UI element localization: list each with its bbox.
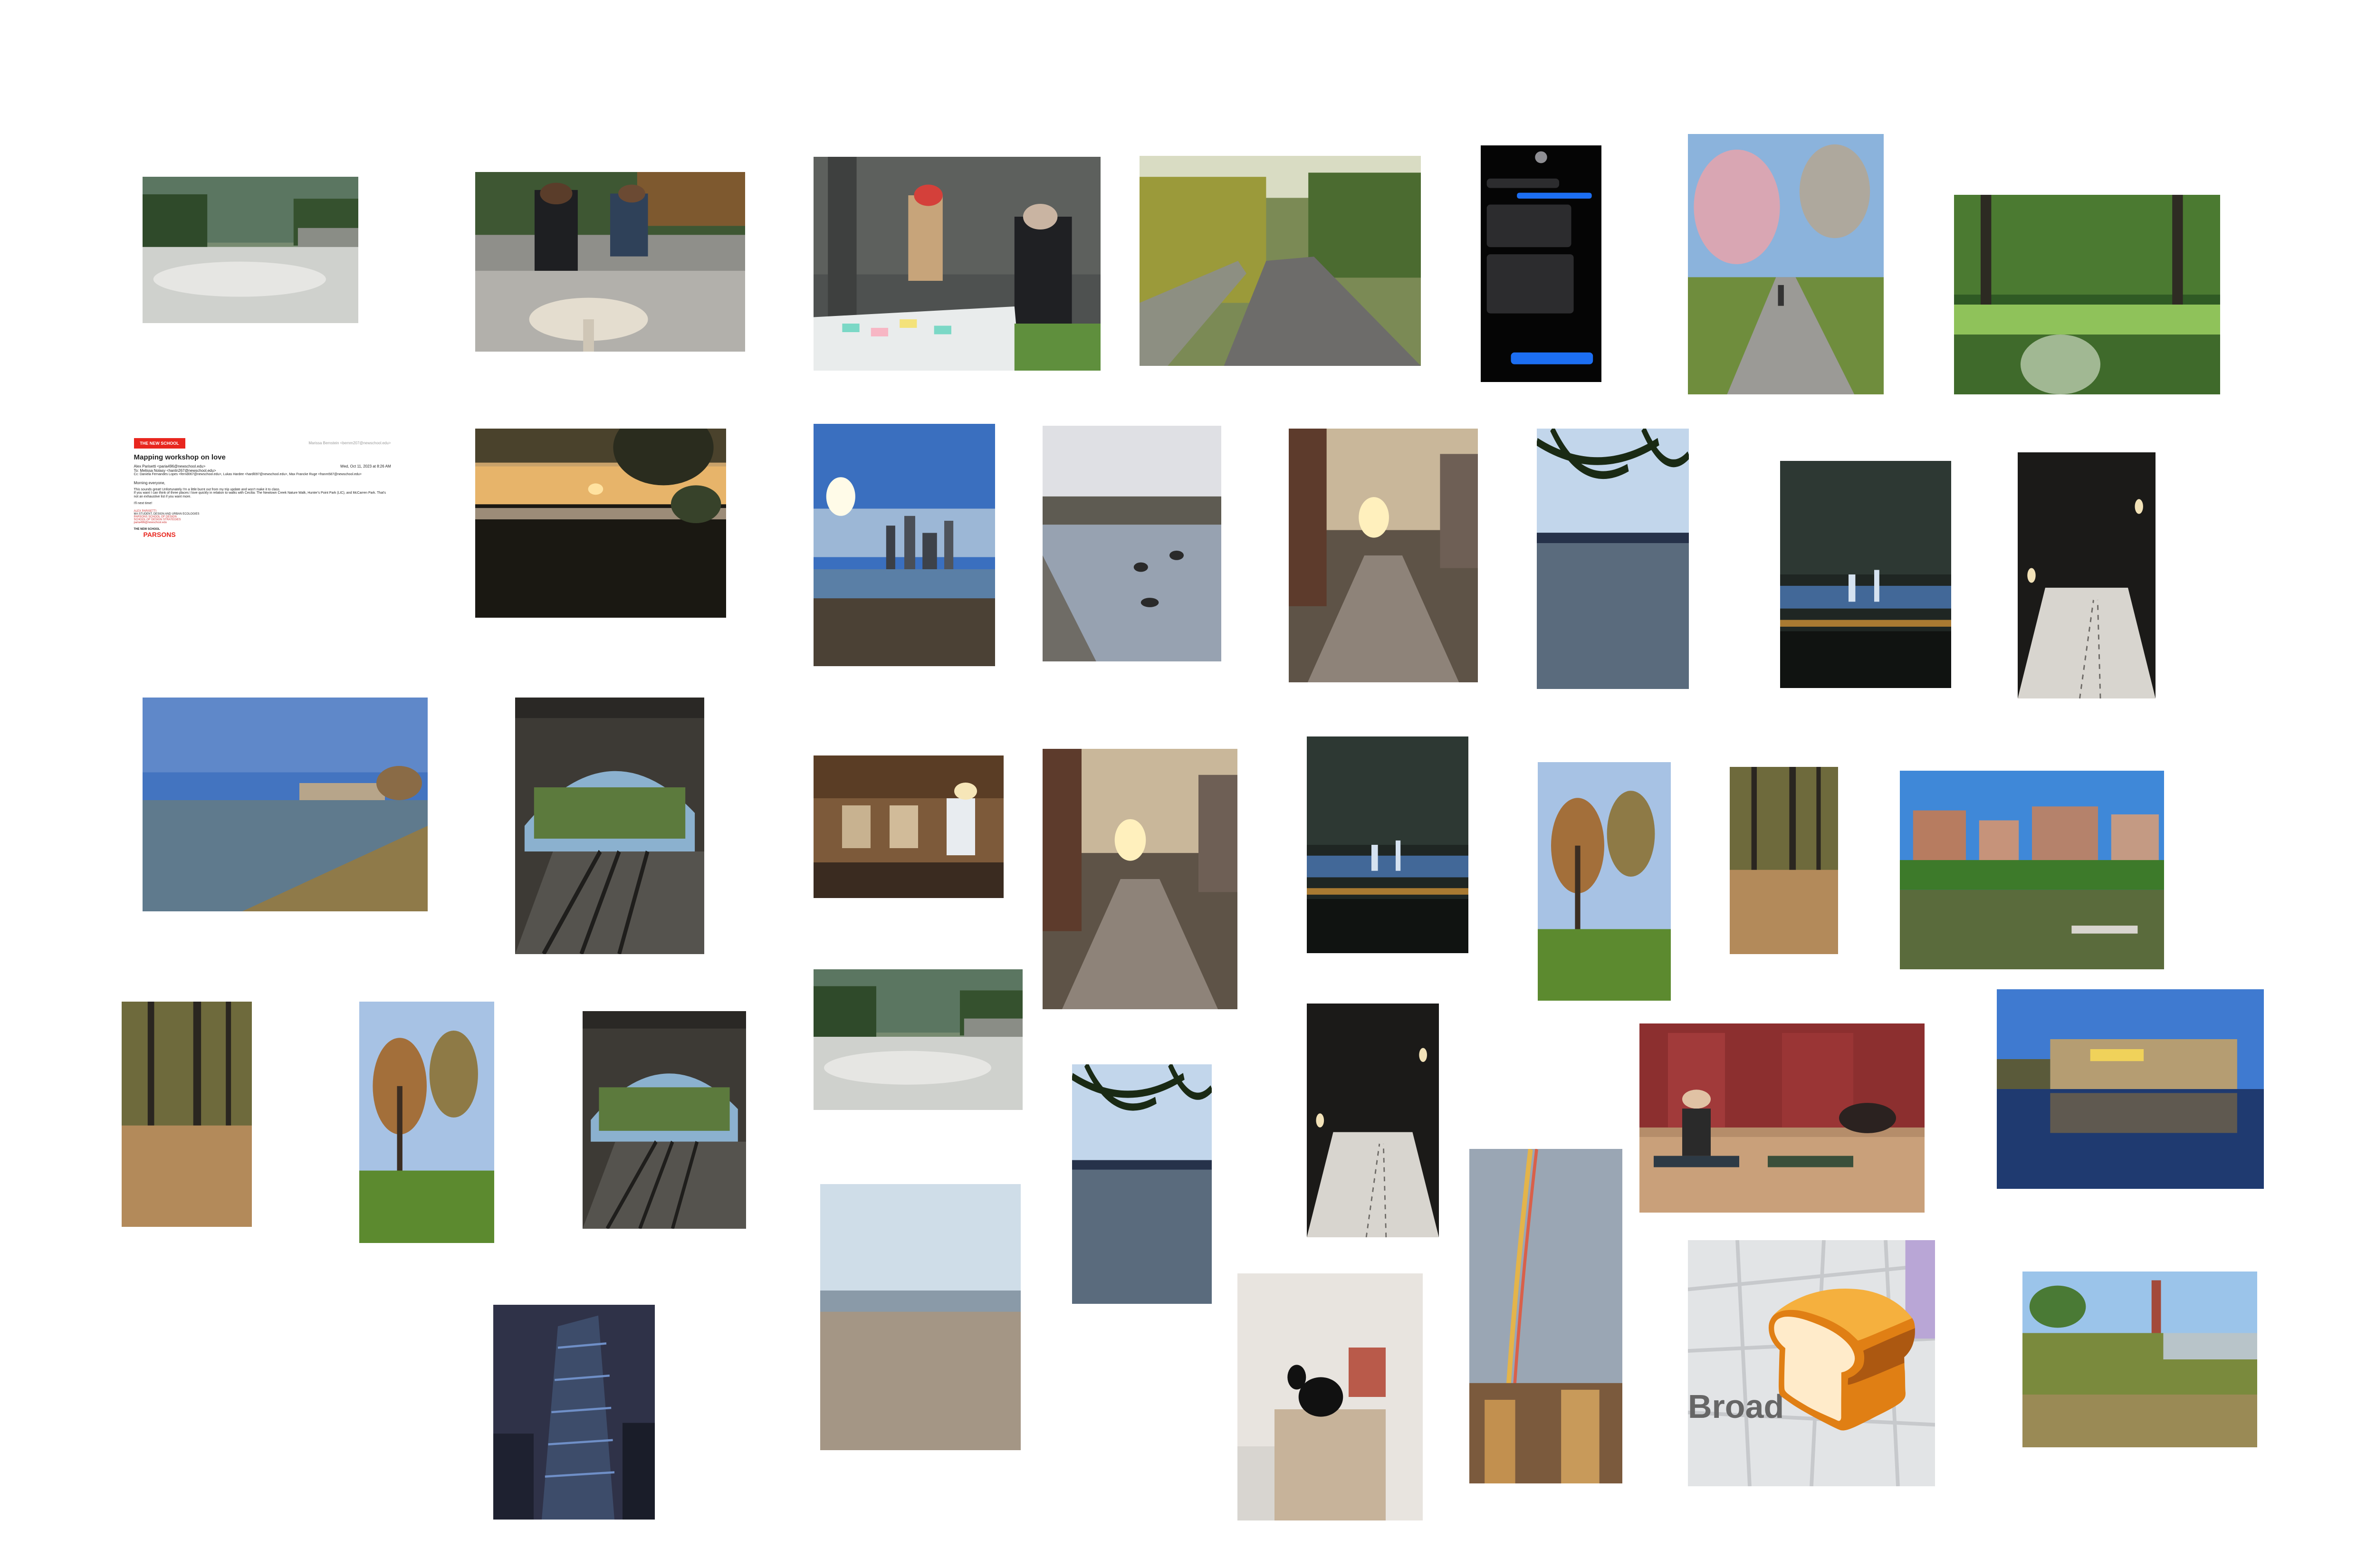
leaves-forest-floor-photo bbox=[122, 1002, 252, 1227]
yoga-class-photo bbox=[1639, 1023, 1925, 1213]
geese-on-shore-photo bbox=[1043, 426, 1221, 661]
beach-sand-photo bbox=[820, 1184, 1021, 1450]
brooklyn-bridge-skyline-photo bbox=[814, 424, 995, 666]
river-shoreline-photo bbox=[143, 698, 428, 911]
phone-text-messages-screenshot bbox=[1481, 145, 1601, 382]
snowy-path-2-photo bbox=[1307, 1004, 1439, 1237]
night-skyline-2-photo bbox=[1307, 736, 1468, 953]
email-signoff: I'll next time! bbox=[134, 501, 153, 505]
email-from-hint: Marissa Bernstein <bernm207@newschool.ed… bbox=[308, 441, 391, 446]
river-water-branches-photo bbox=[1537, 429, 1689, 689]
apartments-by-pond-photo bbox=[1900, 771, 2164, 969]
library-reading-room-photo bbox=[814, 755, 1004, 898]
rainbow-over-city-photo bbox=[1469, 1149, 1622, 1483]
warehouse-reflection-photo bbox=[1997, 989, 2264, 1189]
sunset-over-river-photo bbox=[475, 429, 726, 618]
autumn-park-path-photo bbox=[1140, 156, 1421, 366]
email-sig-email: paria496@newschool.edu bbox=[134, 521, 167, 524]
river-branches-2-photo bbox=[1072, 1064, 1212, 1304]
email-cc: Cc: Daniela Fernandes Lopes <fernd067@ne… bbox=[134, 472, 362, 476]
autumn-trees-lawn-photo bbox=[359, 1002, 494, 1243]
subway-platform-photo bbox=[515, 698, 704, 954]
email-body-1: This sounds great! Unfortunately I'm a l… bbox=[134, 488, 280, 492]
email-logo: THE NEW SCHOOL bbox=[134, 438, 185, 449]
fallen-leaves-forest-photo bbox=[1730, 767, 1838, 954]
sunlit-street-photo bbox=[1289, 429, 1478, 682]
black-cat-room-photo bbox=[1237, 1273, 1423, 1520]
green-park-lawn-photo bbox=[1954, 195, 2220, 394]
tower-night-photo bbox=[493, 1305, 655, 1520]
map-bread-emoji-tile: Broad 🍞 bbox=[1688, 1240, 1935, 1486]
email-body-2: If you want I can think of three places … bbox=[134, 491, 386, 498]
email-greeting: Morning everyone, bbox=[134, 481, 165, 486]
cherry-blossom-path-photo bbox=[1688, 134, 1884, 394]
email-from: Alex Parisetti <paria496@newschool.edu> bbox=[134, 464, 206, 468]
photo-collage-canvas: { "canvas": { "background": "#ffffff" },… bbox=[0, 0, 2376, 1568]
snowy-night-path-photo bbox=[2018, 452, 2156, 698]
email-to: To: Melissa Nolasy <hantn267@newschool.e… bbox=[134, 468, 216, 473]
students-drawing-table-photo bbox=[475, 172, 745, 352]
park-fountain-2-photo bbox=[814, 969, 1023, 1110]
mapping-workshop-outdoor-photo bbox=[814, 157, 1101, 371]
autumn-tree-lawn-photo bbox=[1538, 762, 1671, 1001]
marsh-wetland-photo bbox=[2022, 1272, 2257, 1447]
park-fountain-plaza-photo bbox=[143, 177, 358, 323]
email-date: Wed, Oct 11, 2023 at 8:26 AM bbox=[340, 464, 391, 468]
bread-icon: 🍞 bbox=[1759, 1285, 1925, 1433]
night-city-skyline-photo bbox=[1780, 461, 1951, 688]
email-footer-brand: PARSONS bbox=[143, 530, 176, 538]
email-subject: Mapping workshop on love bbox=[134, 453, 226, 461]
email-screenshot: THE NEW SCHOOL Marissa Bernstein <bernm2… bbox=[123, 427, 402, 621]
subway-platform-2-photo bbox=[583, 1011, 746, 1229]
sunlit-street-2-photo bbox=[1043, 749, 1237, 1009]
